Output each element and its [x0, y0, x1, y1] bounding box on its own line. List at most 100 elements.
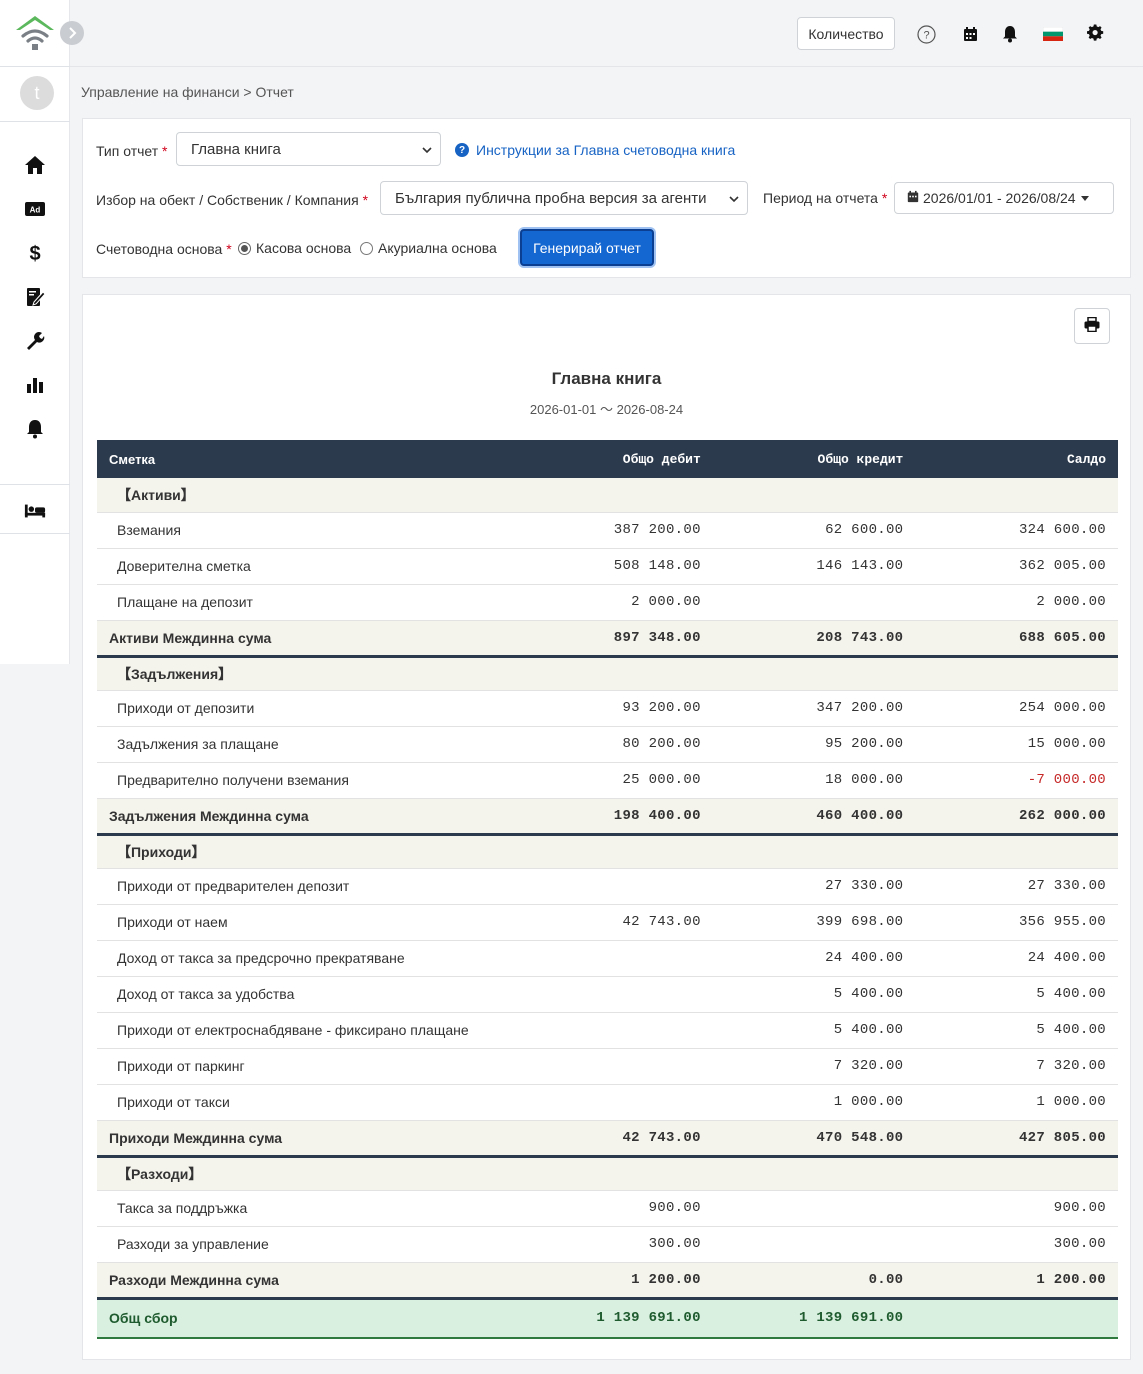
balance-cell: 1 000.00 [915, 1084, 1118, 1121]
debit-cell: 900.00 [514, 1190, 713, 1227]
table-row: Доверителна сметка 508 148.00 146 143.00 36… [97, 548, 1118, 585]
balance-cell: 1 200.00 [915, 1262, 1118, 1300]
logo-house-wifi-icon[interactable] [14, 14, 56, 52]
subtotal-row: Задължения Междинна сума 198 400.00 460 40… [97, 798, 1118, 836]
bell-icon[interactable] [1000, 24, 1020, 44]
table-row: Приходи от електроснабдяване - фиксирано… [97, 1012, 1118, 1049]
balance-cell: 688 605.00 [915, 620, 1118, 658]
account-name: Разходи за управление [97, 1226, 515, 1263]
help-icon: ? [455, 143, 469, 157]
basis-cash-label: Касова основа [256, 240, 352, 256]
account-name: Предварително получени вземания [97, 762, 515, 799]
credit-cell: 1 139 691.00 [712, 1296, 916, 1339]
avatar[interactable]: t [20, 76, 54, 110]
table-header-row: Сметка Общо дебит Общо кредит Салдо [97, 440, 1118, 478]
calendar-icon[interactable] [960, 24, 980, 44]
credit-cell: 1 000.00 [712, 1084, 916, 1121]
object-select[interactable]: България публична пробна версия за агент… [380, 181, 748, 215]
credit-cell: 24 400.00 [712, 940, 916, 977]
sidebar-divider [0, 121, 70, 122]
account-name: Приходи от наем [97, 904, 515, 941]
balance-cell: 15 000.00 [915, 726, 1118, 763]
debit-cell [514, 1084, 713, 1121]
table-row: Предварително получени вземания 25 000.00… [97, 762, 1118, 799]
category-row: 【Задължения】 [97, 656, 1118, 691]
home-icon[interactable] [24, 154, 46, 176]
subtotal-row: Активи Междинна сума 897 348.00 208 743.00… [97, 620, 1118, 658]
gear-icon[interactable] [1086, 23, 1106, 43]
print-button[interactable] [1074, 308, 1110, 344]
category-label: 【Активи】 [97, 478, 1118, 513]
account-name: Задължения за плащане [97, 726, 515, 763]
account-name: Плащане на депозит [97, 584, 515, 621]
bell-icon[interactable] [24, 418, 46, 440]
radio-checked[interactable] [238, 241, 251, 255]
account-name: Приходи от паркинг [97, 1048, 515, 1085]
radio-unchecked[interactable] [360, 241, 373, 255]
debit-cell: 80 200.00 [514, 726, 713, 763]
category-row: 【Приходи】 [97, 834, 1118, 869]
table-row: Разходи за управление 300.00 300.00 [97, 1226, 1118, 1263]
svg-text:$: $ [29, 243, 40, 264]
category-row: 【Активи】 [97, 478, 1118, 513]
debit-cell: 2 000.00 [514, 584, 713, 621]
table-row: Доход от такса за предсрочно прекратяван… [97, 940, 1118, 977]
account-name: Доверителна сметка [97, 548, 515, 585]
debit-cell: 42 743.00 [514, 904, 713, 941]
debit-cell [514, 976, 713, 1013]
column-header-balance: Салдо [915, 440, 1118, 478]
generate-report-button[interactable]: Генерирай отчет [520, 229, 654, 266]
balance-cell: 24 400.00 [915, 940, 1118, 977]
avatar-initial: t [34, 82, 40, 103]
table-row: Вземания 387 200.00 62 600.00 324 600.00 [97, 512, 1118, 549]
debit-cell: 198 400.00 [514, 798, 713, 836]
contract-icon[interactable] [24, 286, 46, 308]
credit-cell: 5 400.00 [712, 1012, 916, 1049]
help-circle-icon[interactable]: ? [916, 24, 936, 44]
subtotal-row: Разходи Междинна сума 1 200.00 0.00 1 200.0… [97, 1262, 1118, 1300]
table-row: Приходи от такси 1 000.00 1 000.00 [97, 1084, 1118, 1121]
caret-down-icon [1080, 190, 1090, 206]
credit-cell: 208 743.00 [712, 620, 916, 658]
balance-cell: 262 000.00 [915, 798, 1118, 836]
credit-cell [712, 1226, 916, 1263]
account-name: Доход от такса за предсрочно прекратяван… [97, 940, 515, 977]
category-label: 【Задължения】 [97, 656, 1118, 691]
credit-cell: 399 698.00 [712, 904, 916, 941]
bed-icon[interactable] [24, 500, 46, 522]
debit-cell: 42 743.00 [514, 1120, 713, 1158]
quantity-button[interactable]: Количество [797, 17, 895, 50]
object-label: Избор на обект / Собственик / Компания * [96, 192, 369, 208]
basis-accrual-radio[interactable]: Акуриална основа [360, 240, 497, 256]
debit-cell [514, 1048, 713, 1085]
bulgaria-flag-icon[interactable] [1043, 24, 1063, 44]
balance-cell [915, 1296, 1118, 1339]
balance-cell: 356 955.00 [915, 904, 1118, 941]
category-label: 【Приходи】 [97, 834, 1118, 869]
report-type-value: Главна книга [191, 140, 281, 158]
svg-text:?: ? [923, 29, 929, 41]
bar-chart-icon[interactable] [24, 374, 46, 396]
credit-cell: 0.00 [712, 1262, 916, 1300]
basis-cash-radio[interactable]: Касова основа [238, 240, 351, 256]
account-name: Вземания [97, 512, 515, 549]
dollar-icon[interactable]: $ [24, 242, 46, 264]
credit-cell: 146 143.00 [712, 548, 916, 585]
help-link[interactable]: ? Инструкции за Главна счетоводна книга [455, 142, 735, 158]
period-label: Период на отчета * [763, 190, 888, 206]
wrench-icon[interactable] [24, 330, 46, 352]
credit-cell: 7 320.00 [712, 1048, 916, 1085]
ad-icon[interactable]: Ad [24, 198, 46, 220]
calendar-icon [907, 190, 919, 206]
period-date-range-input[interactable]: 2026/01/01 - 2026/08/24 [894, 182, 1114, 214]
credit-cell: 5 400.00 [712, 976, 916, 1013]
balance-cell-negative: -7 000.00 [915, 762, 1118, 799]
chevron-down-icon [729, 192, 739, 209]
debit-cell: 1 139 691.00 [514, 1296, 713, 1339]
balance-cell: 900.00 [915, 1190, 1118, 1227]
report-type-select[interactable]: Главна книга [176, 132, 441, 166]
column-header-debit: Общо дебит [514, 440, 713, 478]
chevron-right-icon[interactable] [60, 21, 84, 45]
table-row: Задължения за плащане 80 200.00 95 200.00 1… [97, 726, 1118, 763]
account-name: Приходи от депозити [97, 690, 515, 727]
